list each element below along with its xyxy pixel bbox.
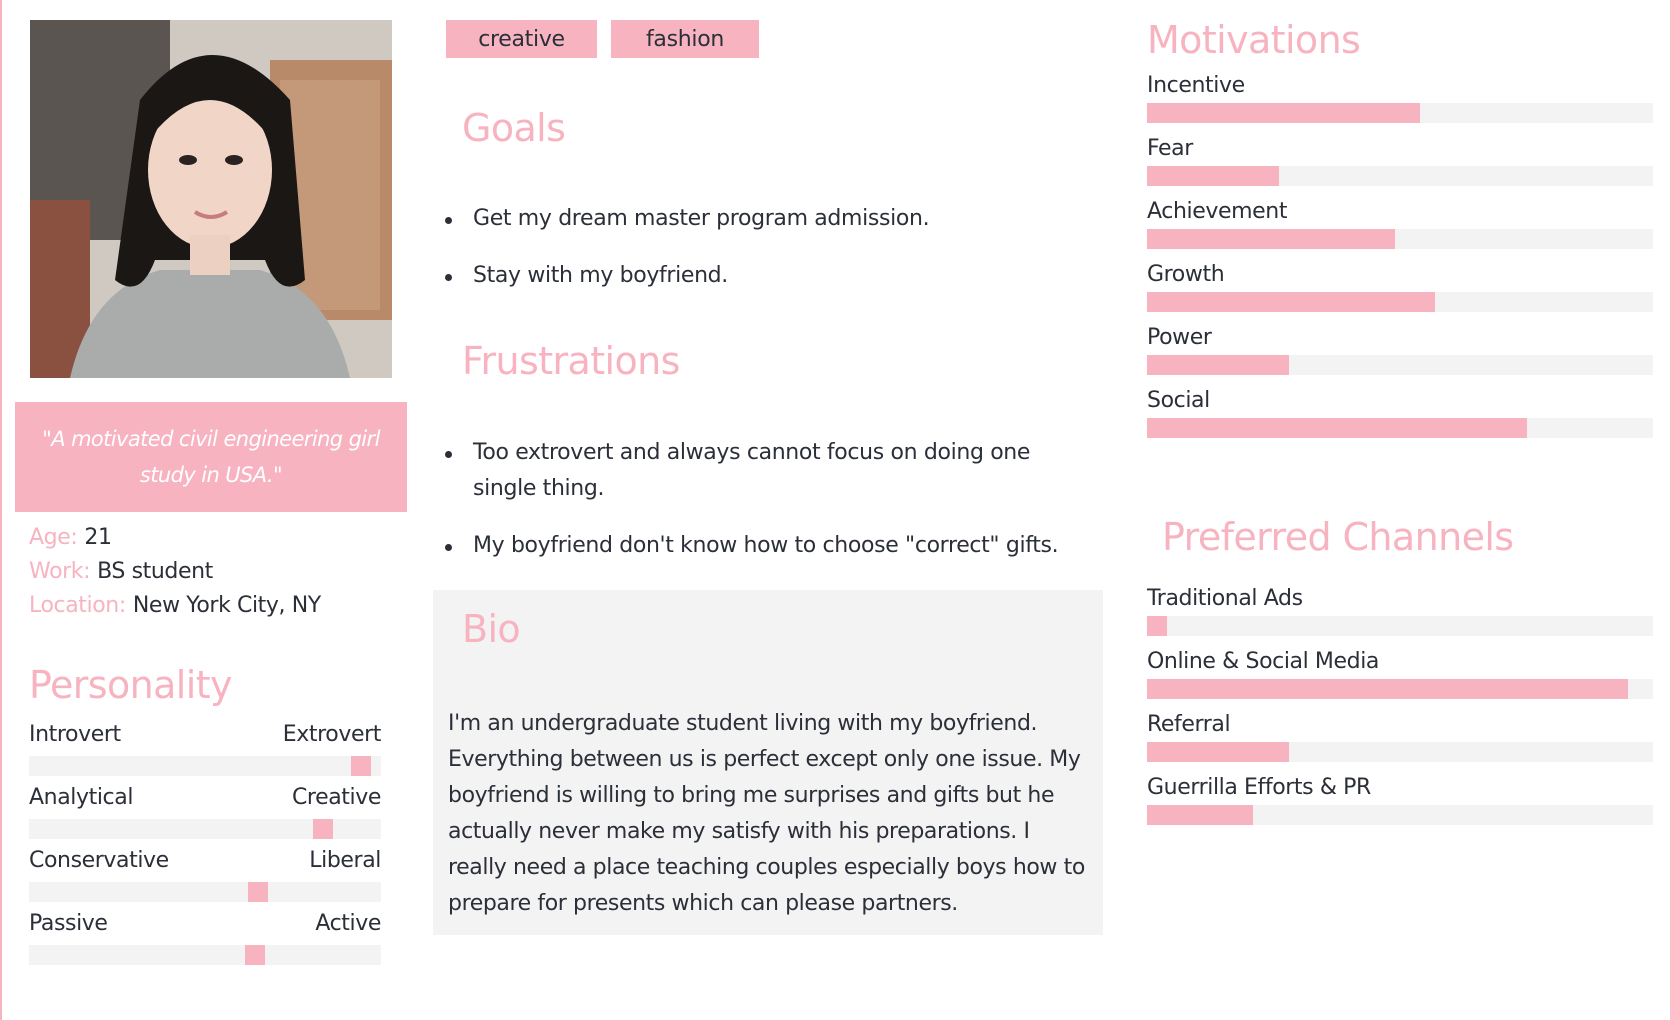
trait-track [29,819,381,839]
trait-marker [248,882,268,902]
bar-fill [1147,292,1436,312]
bar-fill [1147,679,1628,699]
personality-trait: Passive Active [29,909,381,965]
bar-track [1147,805,1653,825]
bar-track [1147,418,1653,438]
trait-right-label: Extrovert [282,722,382,747]
trait-right-label: Liberal [309,848,381,873]
list-item: Get my dream master program admission. [443,201,1093,237]
bar-track [1147,742,1653,762]
list-item: Too extrovert and always cannot focus on… [443,435,1063,507]
motivation-bar: Power [1147,323,1653,375]
persona-quote: "A motivated civil engineering girl stud… [42,427,380,487]
list-item: Stay with my boyfriend. [443,258,1093,294]
tag-creative: creative [446,20,597,58]
trait-left-label: Conservative [29,848,169,873]
channel-bar: Online & Social Media [1147,647,1653,699]
motivation-label: Power [1147,325,1212,350]
trait-marker [245,945,265,965]
goals-list: Get my dream master program admission. S… [443,201,1093,294]
personality-trait: Analytical Creative [29,783,381,839]
trait-right-label: Active [315,911,381,936]
channel-label: Referral [1147,712,1231,737]
trait-track [29,756,381,776]
trait-marker [351,756,371,776]
motivation-bar: Social [1147,386,1653,438]
bar-track [1147,292,1653,312]
bar-track [1147,229,1653,249]
trait-track [29,945,381,965]
personality-trait: Conservative Liberal [29,846,381,902]
channel-bar: Referral [1147,710,1653,762]
motivations-heading: Motivations [1147,18,1361,62]
trait-marker [313,819,333,839]
bar-fill [1147,418,1527,438]
channel-bar: Traditional Ads [1147,584,1653,636]
page-border [0,0,2,1020]
channel-bar: Guerrilla Efforts & PR [1147,773,1653,825]
bar-track [1147,355,1653,375]
bar-fill [1147,103,1421,123]
channels-heading: Preferred Channels [1162,515,1514,559]
motivation-label: Social [1147,388,1210,413]
list-item: My boyfriend don't know how to choose "c… [443,528,1063,564]
trait-left-label: Passive [29,911,108,936]
work-value: BS student [97,559,213,584]
goals-heading: Goals [462,106,566,150]
persona-quote-box: "A motivated civil engineering girl stud… [15,402,407,512]
trait-left-label: Analytical [29,785,134,810]
bar-fill [1147,805,1254,825]
bio-heading: Bio [462,607,521,651]
trait-left-label: Introvert [29,722,121,747]
bar-fill [1147,355,1289,375]
age-label: Age: [29,525,78,550]
work-row: Work: BS student [29,557,213,587]
bar-fill [1147,166,1279,186]
bar-fill [1147,616,1168,636]
age-row: Age: 21 [29,523,112,553]
motivation-bar: Fear [1147,134,1653,186]
profile-photo [30,20,392,378]
personality-trait: Introvert Extrovert [29,720,381,776]
location-row: Location: New York City, NY [29,591,321,621]
motivation-label: Achievement [1147,199,1288,224]
age-value: 21 [84,525,112,550]
bar-track [1147,616,1653,636]
motivation-label: Fear [1147,136,1193,161]
bio-text: I'm an undergraduate student living with… [448,711,1085,916]
motivation-bar: Achievement [1147,197,1653,249]
work-label: Work: [29,559,91,584]
tag-fashion: fashion [611,20,759,58]
bar-fill [1147,742,1289,762]
frustrations-heading: Frustrations [462,339,680,383]
motivation-bar: Growth [1147,260,1653,312]
location-value: New York City, NY [132,593,321,618]
personality-heading: Personality [29,663,232,707]
bar-track [1147,103,1653,123]
motivation-label: Growth [1147,262,1225,287]
channel-label: Guerrilla Efforts & PR [1147,775,1371,800]
motivation-label: Incentive [1147,73,1245,98]
motivation-bar: Incentive [1147,71,1653,123]
trait-right-label: Creative [291,785,381,810]
bar-track [1147,679,1653,699]
frustrations-list: Too extrovert and always cannot focus on… [443,435,1063,564]
trait-track [29,882,381,902]
bar-fill [1147,229,1395,249]
bar-track [1147,166,1653,186]
channel-label: Online & Social Media [1147,649,1379,674]
channel-label: Traditional Ads [1147,586,1303,611]
location-label: Location: [29,593,126,618]
